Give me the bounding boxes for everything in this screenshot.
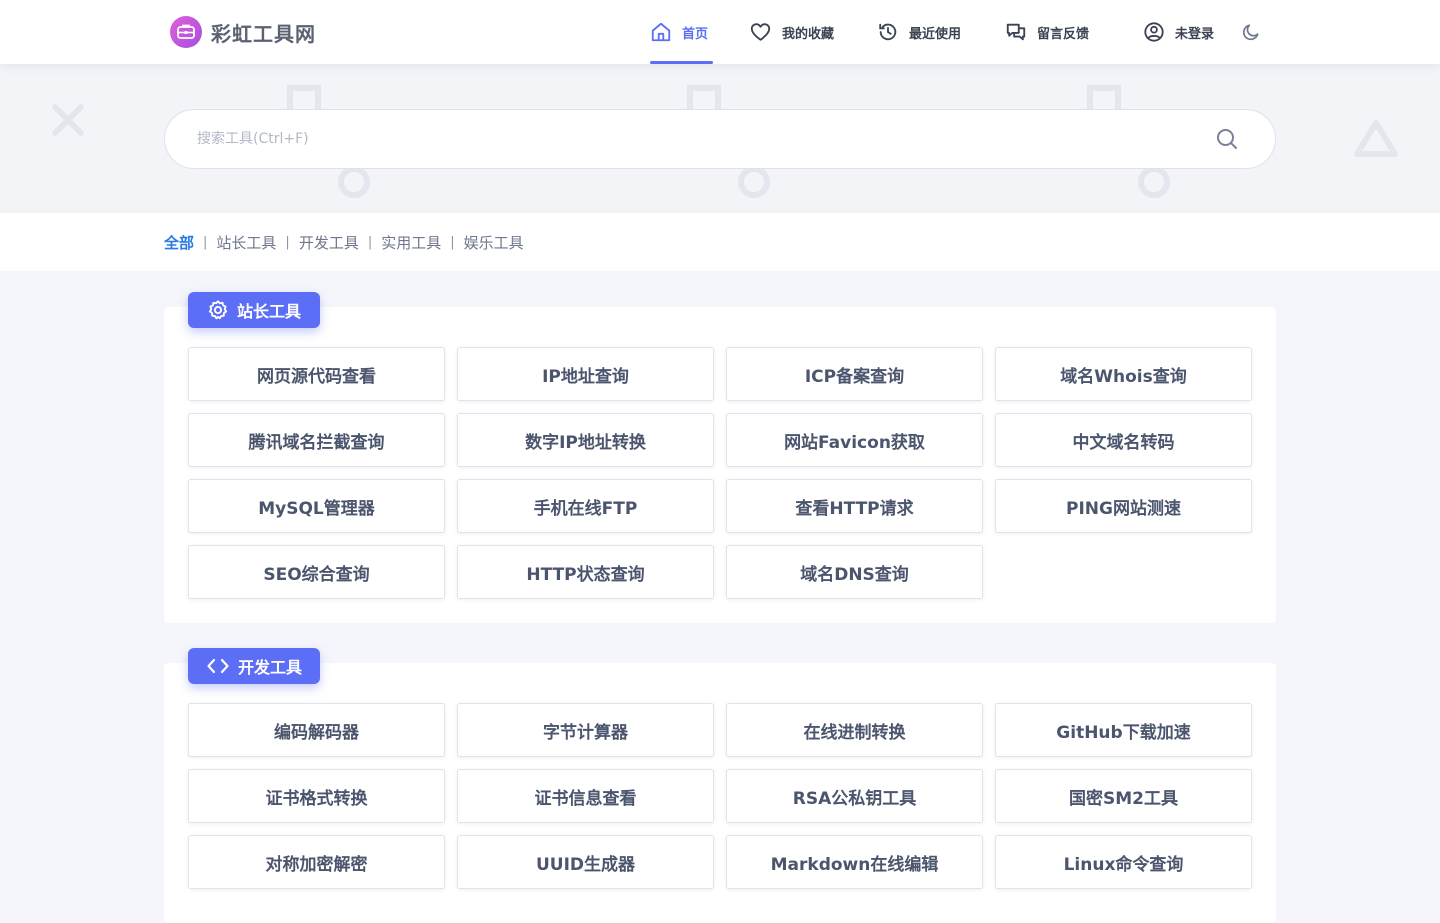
nav-home[interactable]: 首页 <box>650 0 713 64</box>
tool-encoder-decoder[interactable]: 编码解码器 <box>188 703 445 757</box>
tool-markdown-editor[interactable]: Markdown在线编辑 <box>726 835 983 889</box>
search-hero <box>0 64 1440 213</box>
theme-toggle-button[interactable] <box>1241 0 1271 64</box>
tool-symmetric-crypto[interactable]: 对称加密解密 <box>188 835 445 889</box>
nav-favorites[interactable]: 我的收藏 <box>749 0 834 64</box>
tool-ip-lookup[interactable]: IP地址查询 <box>457 347 714 401</box>
moon-icon <box>1242 24 1259 41</box>
tool-mobile-ftp[interactable]: 手机在线FTP <box>457 479 714 533</box>
tool-rsa-keys[interactable]: RSA公私钥工具 <box>726 769 983 823</box>
tool-chinese-domain-punycode[interactable]: 中文域名转码 <box>995 413 1252 467</box>
section-title-label: 站长工具 <box>236 302 301 321</box>
tool-cert-info-view[interactable]: 证书信息查看 <box>457 769 714 823</box>
cross-decoration-icon <box>52 104 84 136</box>
tool-favicon-fetch[interactable]: 网站Favicon获取 <box>726 413 983 467</box>
filter-separator: | <box>203 234 208 250</box>
tool-seo-lookup[interactable]: SEO综合查询 <box>188 545 445 599</box>
section-title-webmaster: 站长工具 <box>188 292 320 328</box>
nav-login[interactable]: 未登录 <box>1143 0 1214 64</box>
tool-numeric-ip-convert[interactable]: 数字IP地址转换 <box>457 413 714 467</box>
search-icon[interactable] <box>1215 127 1239 151</box>
tool-http-status[interactable]: HTTP状态查询 <box>457 545 714 599</box>
tool-linux-command[interactable]: Linux命令查询 <box>995 835 1252 889</box>
tool-dns-lookup[interactable]: 域名DNS查询 <box>726 545 983 599</box>
circle-decoration-icon <box>1138 166 1170 198</box>
circle-decoration-icon <box>738 166 770 198</box>
tool-view-page-source[interactable]: 网页源代码查看 <box>188 347 445 401</box>
tool-whois-lookup[interactable]: 域名Whois查询 <box>995 347 1252 401</box>
filter-fun[interactable]: 娱乐工具 <box>464 232 524 253</box>
site-name: 彩虹工具网 <box>211 21 316 46</box>
tool-tencent-domain-block[interactable]: 腾讯域名拦截查询 <box>188 413 445 467</box>
filter-separator: | <box>367 234 373 250</box>
triangle-decoration-icon <box>1354 120 1398 157</box>
circle-decoration-icon <box>338 166 370 198</box>
heart-icon <box>750 23 771 41</box>
tool-http-request-view[interactable]: 查看HTTP请求 <box>726 479 983 533</box>
chat-icon <box>1006 23 1026 41</box>
nav-favorites-label: 我的收藏 <box>782 26 835 42</box>
gear-icon <box>208 300 228 320</box>
nav-recent-label: 最近使用 <box>909 26 962 42</box>
filter-dev[interactable]: 开发工具 <box>299 232 359 253</box>
search-input[interactable] <box>197 110 1177 168</box>
search-bar <box>164 109 1276 169</box>
nav-recent[interactable]: 最近使用 <box>877 0 961 64</box>
site-logo[interactable]: 彩虹工具网 <box>170 16 316 48</box>
tool-ping-speed[interactable]: PING网站测速 <box>995 479 1252 533</box>
user-icon <box>1144 22 1164 42</box>
top-header: 彩虹工具网 首页 我的收藏 最近使用 留言反馈 未登录 <box>0 0 1440 64</box>
tool-github-accelerate[interactable]: GitHub下载加速 <box>995 703 1252 757</box>
tool-sm2[interactable]: 国密SM2工具 <box>995 769 1252 823</box>
section-title-label: 开发工具 <box>237 658 302 677</box>
home-icon <box>651 22 671 42</box>
filter-separator: | <box>285 234 290 250</box>
filter-all[interactable]: 全部 <box>164 232 194 253</box>
nav-feedback[interactable]: 留言反馈 <box>1005 0 1089 64</box>
filter-webmaster[interactable]: 站长工具 <box>216 232 276 253</box>
tool-uuid-generator[interactable]: UUID生成器 <box>457 835 714 889</box>
tool-icp-lookup[interactable]: ICP备案查询 <box>726 347 983 401</box>
category-filter: 全部 | 站长工具 | 开发工具 | 实用工具 | 娱乐工具 <box>164 213 524 271</box>
toolbox-icon <box>170 16 202 48</box>
filter-utility[interactable]: 实用工具 <box>381 232 441 253</box>
section-title-dev: 开发工具 <box>188 648 320 684</box>
tool-cert-format-convert[interactable]: 证书格式转换 <box>188 769 445 823</box>
nav-home-label: 首页 <box>682 26 709 42</box>
filter-separator: | <box>450 234 455 250</box>
tool-base-converter[interactable]: 在线进制转换 <box>726 703 983 757</box>
nav-login-label: 未登录 <box>1175 26 1215 42</box>
tool-mysql-manager[interactable]: MySQL管理器 <box>188 479 445 533</box>
history-icon <box>879 23 897 41</box>
code-icon <box>207 658 229 674</box>
nav-feedback-label: 留言反馈 <box>1037 26 1090 42</box>
tool-byte-calculator[interactable]: 字节计算器 <box>457 703 714 757</box>
category-filter-bar: 全部 | 站长工具 | 开发工具 | 实用工具 | 娱乐工具 <box>0 213 1440 271</box>
